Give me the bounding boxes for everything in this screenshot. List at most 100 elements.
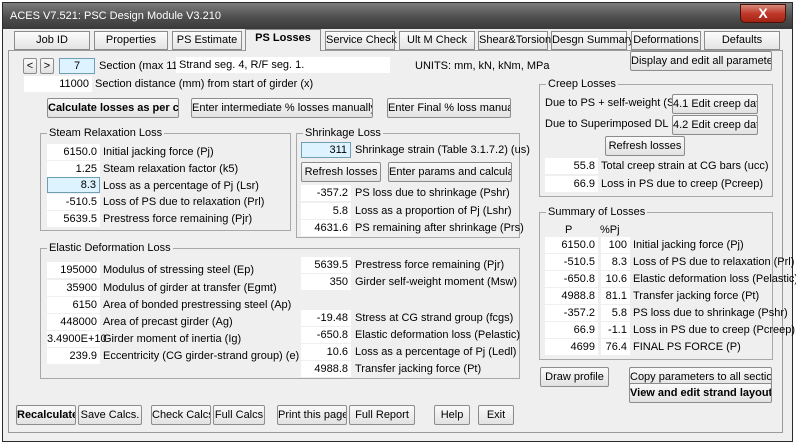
calculate-losses-code-button[interactable]: Calculate losses as per code [47,98,179,118]
ucc-label: Total creep strain at CG bars (ucc) [601,160,769,172]
summary-label: FINAL PS FORCE (P) [633,341,741,353]
refresh-losses-button[interactable]: Refresh losses [301,162,381,182]
tab-job-id[interactable]: Job ID [14,31,90,50]
tab-properties[interactable]: Properties [94,31,168,50]
summary-pct: 5.8 [601,305,630,321]
enter-params-calculate-button[interactable]: Enter params and calculate [388,162,512,182]
steam-relaxation-title: Steam Relaxation Loss [47,126,165,140]
pjr-label: Prestress force remaining (Pjr) [103,213,253,225]
summary-pct: 8.3 [601,254,630,270]
msw-value: 350 [301,274,351,290]
edit-creep-sw-button[interactable]: 4.1 Edit creep data [672,94,758,114]
summary-label: Transfer jacking force (Pt) [633,290,760,302]
prev-section-button[interactable]: < [23,58,37,74]
ag-label: Area of precast girder (Ag) [103,316,233,328]
full-calcs-button[interactable]: Full Calcs [213,405,265,425]
summary-p: 66.9 [545,322,598,338]
tab-ult-m-check[interactable]: Ult M Check [399,31,475,50]
summary-p: -357.2 [545,305,598,321]
tab-shear-torsion[interactable]: Shear&Torsion [478,31,551,50]
print-page-button[interactable]: Print this page [277,405,347,425]
recalculate-button[interactable]: Recalculate [16,405,76,425]
summary-p: 4699 [545,339,598,355]
creep-refresh-losses-button[interactable]: Refresh losses [605,136,685,156]
units-label: UNITS: mm, kN, kNm, MPa [415,60,550,72]
ledl-label: Loss as a percentage of Pj (Ledl) [355,346,517,358]
enter-final-loss-button[interactable]: Enter Final % loss manually [387,98,511,118]
pshr-label: PS loss due to shrinkage (Pshr) [355,187,510,199]
tab-desgn-summary[interactable]: Desgn Summary [551,31,634,50]
prs-label: PS remaining after shrinkage (Prs) [355,222,524,234]
msw-label: Girder self-weight moment (Msw) [355,276,517,288]
egmt-label: Modulus of girder at transfer (Egmt) [103,282,277,294]
prl-value: -510.5 [47,194,100,210]
e-value: 239.9 [47,348,100,364]
summary-p: -510.5 [545,254,598,270]
close-button[interactable]: X [740,4,786,23]
ucc-value: 55.8 [545,158,598,174]
creep-sw-label: Due to PS + self-weight (SW) [545,97,689,109]
pshr-value: -357.2 [301,185,351,201]
view-strand-layout-button[interactable]: View and edit strand layout [629,383,772,403]
summary-col-p: P [565,224,573,236]
summary-label: Loss of PS due to relaxation (Prl) [633,256,795,268]
elastic-deformation-title: Elastic Deformation Loss [47,241,173,255]
lshr-label: Loss as a proportion of Pj (Lshr) [355,205,512,217]
pelastic-value: -650.8 [301,327,351,343]
title-bar: ACES V7.521: PSC Design Module V3.210 X [3,3,792,29]
pjr-value: 5639.5 [47,211,100,227]
pj-label: Initial jacking force (Pj) [103,146,214,158]
save-calcs-button[interactable]: Save Calcs. [78,405,142,425]
strand-segment-info: Strand seg. 4, R/F seg. 1. [176,57,390,73]
e-label: Eccentricity (CG girder-strand group) (e… [103,350,300,362]
summary-label: PS loss due to shrinkage (Pshr) [633,307,788,319]
tab-defaults[interactable]: Defaults [704,31,780,50]
window-title: ACES V7.521: PSC Design Module V3.210 [10,10,221,22]
shrinkage-strain-label: Shrinkage strain (Table 3.1.7.2) (us) [355,144,530,156]
pelastic-label: Elastic deformation loss (Pelastic) [355,329,521,341]
pcreep-value: 66.9 [545,176,598,192]
summary-p: 4988.8 [545,288,598,304]
tab-deformations[interactable]: Deformations [631,31,701,50]
prl-label: Loss of PS due to relaxation (Prl) [103,196,265,208]
ig-value: 3.4900E+10 [47,331,107,347]
summary-pct: 81.1 [601,288,630,304]
summary-pct: 10.6 [601,271,630,287]
next-section-button[interactable]: > [40,58,54,74]
full-report-button[interactable]: Full Report [349,405,415,425]
enter-intermediate-losses-button[interactable]: Enter intermediate % losses manually [191,98,373,118]
draw-profile-button[interactable]: Draw profile [540,367,609,387]
ap-value: 6150 [47,297,100,313]
tab-service-check[interactable]: Service Check [325,31,397,50]
prs-value: 4631.6 [301,220,351,236]
pt-label: Transfer jacking force (Pt) [355,363,482,375]
tab-ps-estimate[interactable]: PS Estimate [172,31,242,50]
section-distance-label: Section distance (mm) from start of gird… [95,78,314,90]
ep-value: 195000 [47,262,100,278]
k5-value: 1.25 [47,161,100,177]
check-calcs-button[interactable]: Check Calcs [151,405,211,425]
exit-button[interactable]: Exit [478,405,514,425]
pcreep-label: Loss in PS due to creep (Pcreep) [601,178,764,190]
summary-col-pct: %Pj [600,224,620,236]
pj-value: 6150.0 [47,144,100,160]
shrinkage-strain-input[interactable]: 311 [301,142,351,158]
k5-label: Steam relaxation factor (k5) [103,163,239,175]
help-button[interactable]: Help [434,405,470,425]
ledl-value: 10.6 [301,344,351,360]
summary-label: Loss in PS due to creep (Pcreep) [633,324,796,336]
summary-p: -650.8 [545,271,598,287]
summary-p: 6150.0 [545,237,598,253]
fcgs-label: Stress at CG strand group (fcgs) [355,312,514,324]
ep-label: Modulus of stressing steel (Ep) [103,264,255,276]
creep-losses-title: Creep Losses [546,77,618,91]
edit-creep-dl-button[interactable]: 4.2 Edit creep data [672,115,758,135]
tab-ps-losses[interactable]: PS Losses [245,29,321,51]
section-number-input[interactable]: 7 [59,58,95,74]
ag-value: 448000 [47,314,100,330]
pjr-elastic-value: 5639.5 [301,257,351,273]
lsr-input[interactable]: 8.3 [47,177,100,193]
display-all-parameters-button[interactable]: Display and edit all parameters [630,51,772,71]
pjr-elastic-label: Prestress force remaining (Pjr) [355,259,505,271]
summary-label: Elastic deformation loss (Pelastic) [633,273,796,285]
